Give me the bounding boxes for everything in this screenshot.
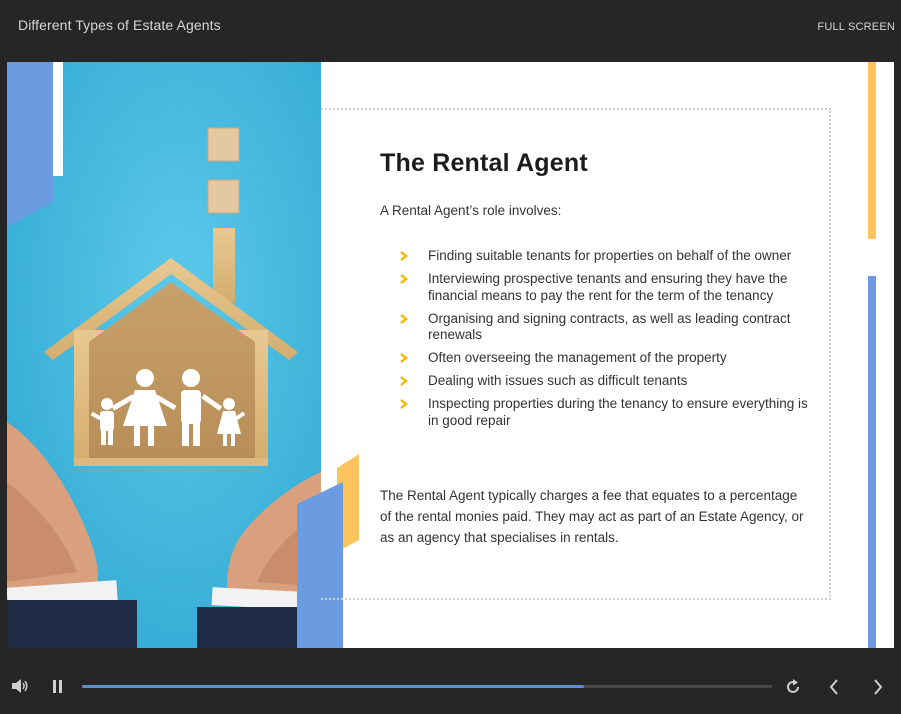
bullet-text: Organising and signing contracts, as wel… [428,310,791,343]
list-item: Often overseeing the management of the p… [397,350,817,367]
summary-paragraph: The Rental Agent typically charges a fee… [380,488,804,545]
bullet-text: Dealing with issues such as difficult te… [428,373,688,388]
chevron-right-icon [400,399,408,409]
progress-fill [82,685,584,688]
chevron-right-icon [400,313,408,324]
slide-heading: The Rental Agent [380,149,588,177]
list-item: Inspecting properties during the tenancy… [397,396,817,429]
next-icon[interactable] [872,679,884,695]
accent-stripe-left-top [7,62,63,227]
course-title: Different Types of Estate Agents [18,17,221,33]
role-bullet-list: Finding suitable tenants for properties … [397,248,817,436]
chevron-right-icon [400,251,408,261]
replay-icon[interactable] [785,679,801,695]
chevron-right-icon [400,376,408,386]
player-top-bar: Different Types of Estate Agents FULL SC… [0,0,901,62]
accent-stripe-right-yellow [868,62,876,239]
previous-icon[interactable] [828,679,840,695]
bullet-text: Inspecting properties during the tenancy… [428,396,808,428]
player-control-bar [0,648,901,714]
bullet-text: Finding suitable tenants for properties … [428,248,792,263]
volume-icon[interactable] [11,679,29,693]
chevron-right-icon [400,274,408,284]
accent-stripe-right-blue [868,276,876,648]
list-item: Interviewing prospective tenants and ens… [397,271,817,304]
list-item: Dealing with issues such as difficult te… [397,373,817,390]
list-item: Finding suitable tenants for properties … [397,248,817,265]
intro-text: A Rental Agent’s role involves: [380,203,562,218]
bullet-text: Often overseeing the management of the p… [428,350,727,365]
list-item: Organising and signing contracts, as wel… [397,311,817,344]
fullscreen-button[interactable]: FULL SCREEN [817,21,895,33]
progress-bar[interactable] [82,685,772,688]
bullet-text: Interviewing prospective tenants and ens… [428,271,788,303]
pause-icon[interactable] [52,680,64,693]
chevron-right-icon [400,353,408,363]
